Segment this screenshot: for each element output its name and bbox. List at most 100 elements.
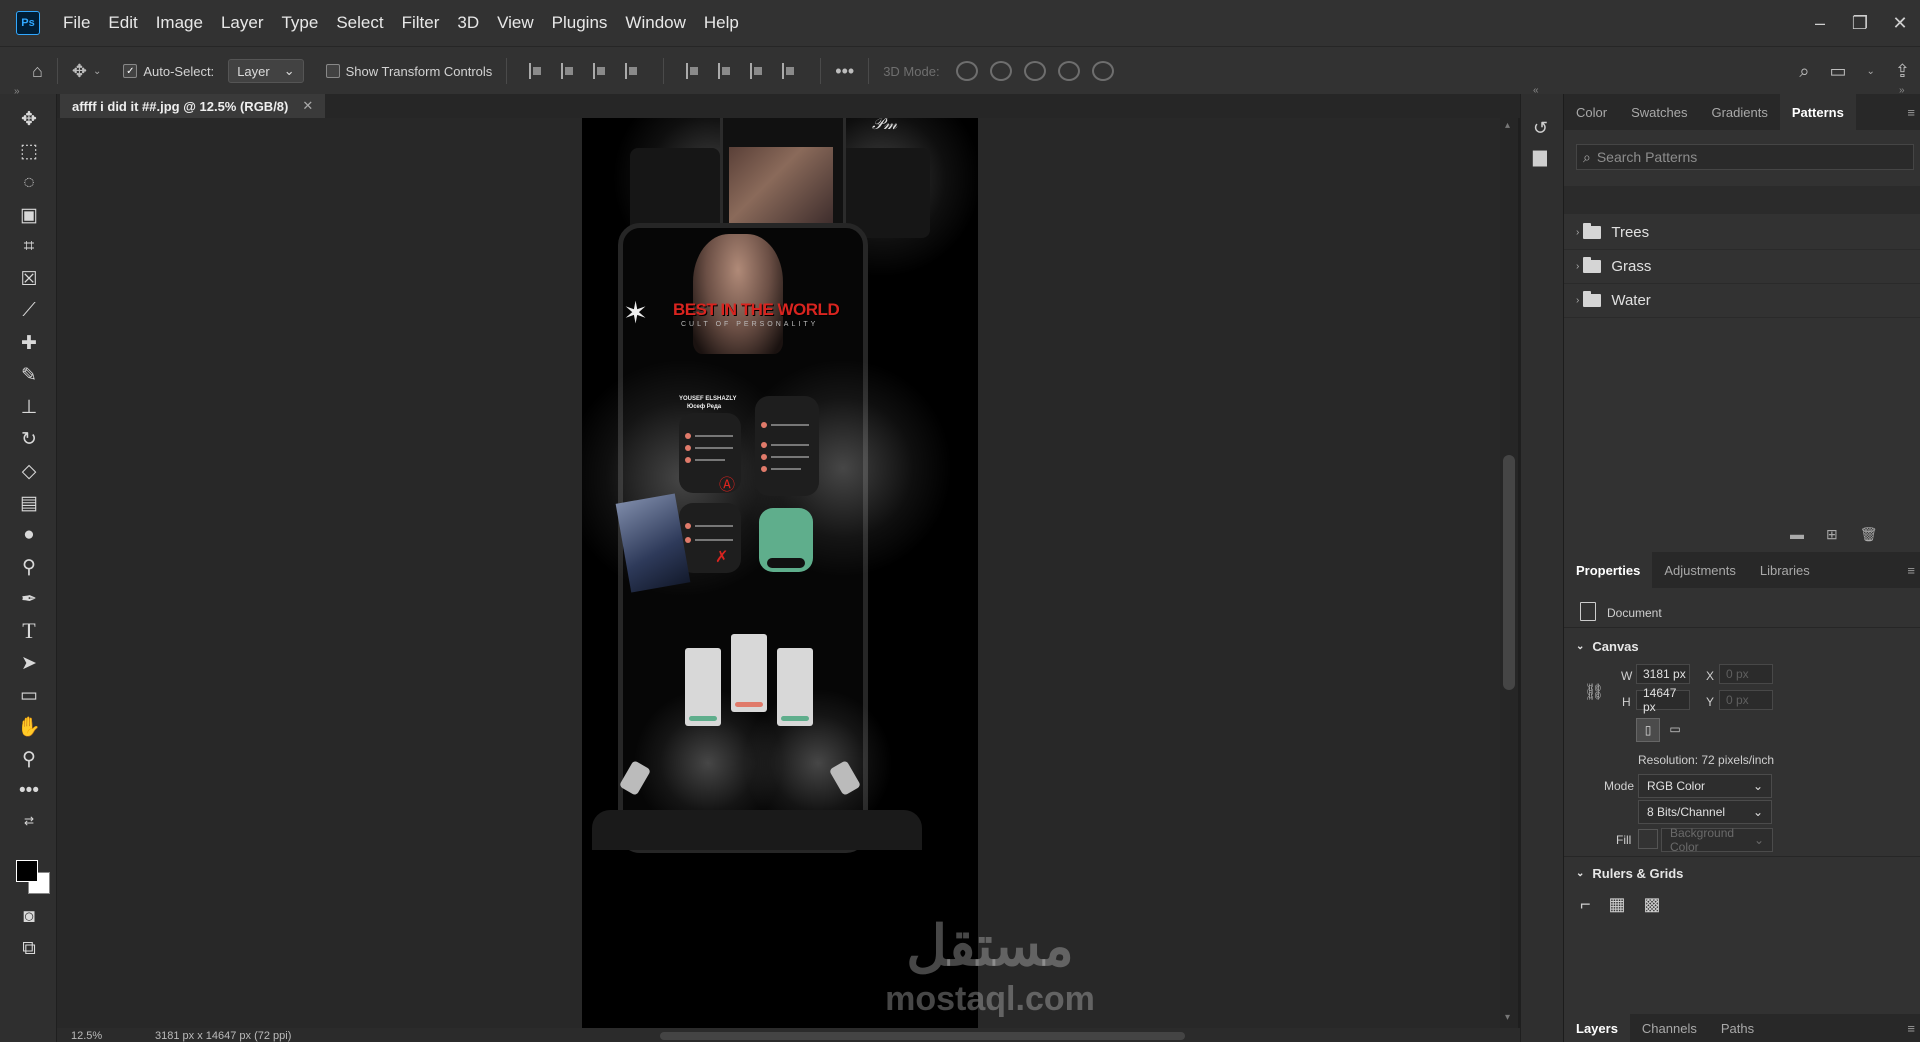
- tab-channels[interactable]: Channels: [1630, 1014, 1709, 1042]
- healing-brush-icon[interactable]: ✚: [16, 330, 42, 356]
- width-field[interactable]: 3181 px: [1636, 664, 1690, 684]
- foreground-color-swatch[interactable]: [16, 860, 38, 882]
- tab-libraries[interactable]: Libraries: [1748, 552, 1822, 588]
- move-tool-icon[interactable]: ✥: [72, 61, 87, 82]
- align-middle-icon[interactable]: [718, 63, 734, 79]
- eyedropper-tool-icon[interactable]: ⟋: [16, 298, 42, 324]
- quick-mask-icon[interactable]: ◙: [16, 904, 42, 930]
- menu-window[interactable]: Window: [616, 13, 694, 33]
- align-bottom-icon[interactable]: [750, 63, 766, 79]
- comments-panel-icon[interactable]: ▆: [1533, 146, 1547, 167]
- fill-dropdown[interactable]: Background Color ⌄: [1661, 826, 1773, 854]
- 3d-scale-icon[interactable]: [1091, 61, 1114, 81]
- fill-color-swatch[interactable]: [1638, 829, 1658, 849]
- type-tool-icon[interactable]: T: [16, 618, 42, 644]
- menu-select[interactable]: Select: [327, 13, 392, 33]
- chevron-down-icon[interactable]: ⌄: [1576, 641, 1584, 652]
- height-field[interactable]: 14647 px: [1636, 686, 1690, 714]
- tab-gradients[interactable]: Gradients: [1699, 94, 1779, 130]
- chevron-right-icon[interactable]: ›: [1576, 227, 1579, 238]
- hand-tool-icon[interactable]: ✋: [16, 714, 42, 740]
- checkbox-unchecked-icon[interactable]: [325, 64, 340, 78]
- show-transform-checkbox[interactable]: Show Transform Controls: [325, 64, 492, 79]
- align-top-icon[interactable]: [686, 63, 702, 79]
- menu-help[interactable]: Help: [695, 13, 748, 33]
- history-panel-icon[interactable]: ↺: [1533, 118, 1548, 139]
- chevron-right-icon[interactable]: ›: [1576, 295, 1579, 306]
- tab-adjustments[interactable]: Adjustments: [1652, 552, 1748, 588]
- rectangle-tool-icon[interactable]: ▭: [16, 682, 42, 708]
- rulers-grids-section-header[interactable]: ⌄ Rulers & Grids: [1576, 866, 1683, 881]
- panel-menu-icon[interactable]: ≡: [1907, 94, 1920, 130]
- screen-mode-icon[interactable]: ⧉: [16, 936, 42, 962]
- link-icon[interactable]: ⛓: [1584, 682, 1604, 702]
- home-icon[interactable]: ⌂: [32, 61, 43, 82]
- chevron-down-icon[interactable]: ⌄: [93, 66, 101, 77]
- history-brush-icon[interactable]: ↻: [16, 426, 42, 452]
- menu-filter[interactable]: Filter: [393, 13, 449, 33]
- checkbox-checked-icon[interactable]: ✓: [123, 64, 138, 78]
- pattern-folder-grass[interactable]: › Grass: [1564, 249, 1920, 284]
- menu-layer[interactable]: Layer: [212, 13, 273, 33]
- menu-3d[interactable]: 3D: [448, 13, 488, 33]
- more-options-icon[interactable]: •••: [835, 61, 854, 82]
- menu-view[interactable]: View: [488, 13, 543, 33]
- new-pattern-icon[interactable]: ⊞: [1826, 526, 1838, 543]
- 3d-orbit-icon[interactable]: [955, 61, 978, 81]
- bit-depth-dropdown[interactable]: 8 Bits/Channel ⌄: [1638, 800, 1772, 824]
- tab-color[interactable]: Color: [1564, 94, 1619, 130]
- align-right-icon[interactable]: [593, 63, 609, 79]
- canvas-section-header[interactable]: ⌄ Canvas: [1576, 639, 1639, 654]
- trash-icon[interactable]: 🗑: [1860, 526, 1878, 543]
- gradient-tool-icon[interactable]: ▤: [16, 490, 42, 516]
- portrait-orientation-icon[interactable]: ▯: [1636, 718, 1660, 742]
- align-center-icon[interactable]: [561, 63, 577, 79]
- canvas-area[interactable]: 𝒫𝓂 ✶ BEST IN THE WORLD CULT OF PERSONALI…: [57, 118, 1500, 1028]
- scroll-up-icon[interactable]: ▴: [1505, 120, 1510, 131]
- pattern-folder-trees[interactable]: › Trees: [1564, 215, 1920, 250]
- x-field[interactable]: 0 px: [1719, 664, 1773, 684]
- brush-tool-icon[interactable]: ✎: [16, 362, 42, 388]
- edit-toolbar-icon[interactable]: •••: [16, 778, 42, 804]
- panel-menu-icon[interactable]: ≡: [1907, 1014, 1920, 1042]
- workspace-icon[interactable]: ▭: [1830, 61, 1847, 82]
- collapse-icon[interactable]: «: [1533, 85, 1539, 96]
- dodge-tool-icon[interactable]: ⚲: [16, 554, 42, 580]
- lasso-tool-icon[interactable]: ◌: [16, 170, 42, 196]
- close-icon[interactable]: ✕: [1880, 13, 1920, 34]
- auto-select-checkbox[interactable]: ✓ Auto-Select:: [123, 64, 214, 79]
- close-tab-icon[interactable]: ✕: [302, 98, 313, 114]
- artboard[interactable]: 𝒫𝓂 ✶ BEST IN THE WORLD CULT OF PERSONALI…: [582, 118, 978, 1028]
- tab-paths[interactable]: Paths: [1709, 1014, 1766, 1042]
- align-left-icon[interactable]: [529, 63, 545, 79]
- frame-tool-icon[interactable]: ☒: [16, 266, 42, 292]
- zoom-tool-icon[interactable]: ⚲: [16, 746, 42, 772]
- pattern-folder-water[interactable]: › Water: [1564, 283, 1920, 318]
- menu-plugins[interactable]: Plugins: [543, 13, 617, 33]
- y-field[interactable]: 0 px: [1719, 690, 1773, 710]
- object-select-tool-icon[interactable]: ▣: [16, 202, 42, 228]
- grid-icon[interactable]: ▦: [1609, 894, 1626, 915]
- eraser-tool-icon[interactable]: ◇: [16, 458, 42, 484]
- pen-tool-icon[interactable]: ✒: [16, 586, 42, 612]
- 3d-slide-icon[interactable]: [1057, 61, 1080, 81]
- tab-layers[interactable]: Layers: [1564, 1014, 1630, 1042]
- vertical-scrollbar-thumb[interactable]: [1503, 455, 1515, 690]
- new-group-icon[interactable]: ▬: [1790, 526, 1804, 543]
- path-select-icon[interactable]: ➤: [16, 650, 42, 676]
- horizontal-scrollbar-thumb[interactable]: [660, 1032, 1185, 1040]
- tab-patterns[interactable]: Patterns: [1779, 94, 1856, 130]
- 3d-roll-icon[interactable]: [989, 61, 1012, 81]
- clone-stamp-icon[interactable]: ⊥: [16, 394, 42, 420]
- collapse-icon[interactable]: »: [14, 86, 20, 97]
- 3d-pan-icon[interactable]: [1023, 61, 1046, 81]
- menu-image[interactable]: Image: [147, 13, 212, 33]
- distribute-vertical-icon[interactable]: [782, 63, 798, 79]
- tab-swatches[interactable]: Swatches: [1619, 94, 1699, 130]
- mode-dropdown[interactable]: RGB Color ⌄: [1638, 774, 1772, 798]
- menu-file[interactable]: File: [54, 13, 99, 33]
- swap-colors-icon[interactable]: ⇄: [16, 808, 42, 834]
- share-icon[interactable]: ⇪: [1895, 61, 1910, 82]
- chevron-down-icon[interactable]: ⌄: [1576, 868, 1584, 879]
- marquee-tool-icon[interactable]: ⬚: [16, 138, 42, 164]
